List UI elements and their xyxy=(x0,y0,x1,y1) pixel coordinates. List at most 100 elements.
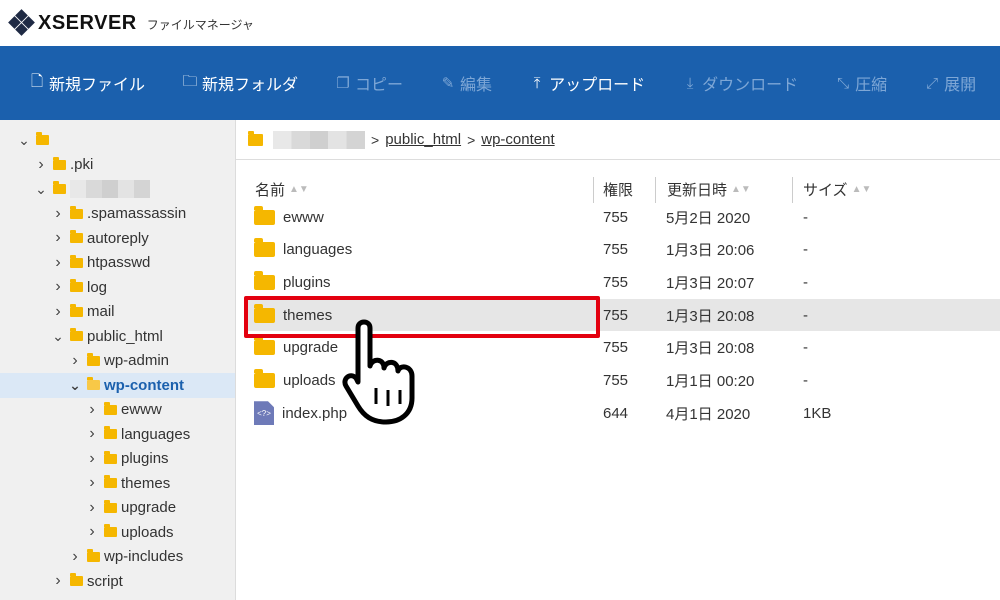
tree-item[interactable]: ⌄ wp-content xyxy=(0,373,235,398)
file-name: uploads xyxy=(283,372,336,389)
tree-item[interactable]: › .spamassassin xyxy=(0,202,235,227)
chevron-right-icon[interactable]: › xyxy=(52,229,64,247)
tree-item[interactable]: ⌄ public_html xyxy=(0,324,235,349)
file-size: - xyxy=(803,273,808,291)
breadcrumb-wp-content[interactable]: wp-content xyxy=(481,131,554,148)
chevron-down-icon[interactable]: ⌄ xyxy=(18,132,30,149)
tree-item[interactable]: ⌄ xyxy=(0,177,235,202)
file-row[interactable]: languages 755 1月3日 20:06 - xyxy=(244,234,1000,266)
file-name: index.php xyxy=(282,404,348,422)
toolbar-button-new-file[interactable]: 🗋 新規ファイル xyxy=(28,71,145,96)
file-row[interactable]: plugins 755 1月3日 20:07 - xyxy=(244,266,1000,298)
file-perm: 755 xyxy=(603,273,629,291)
toolbar-button-upload[interactable]: ⤒ アップロード xyxy=(528,71,645,95)
chevron-down-icon[interactable]: ⌄ xyxy=(35,181,47,198)
tree-item[interactable]: › uploads xyxy=(0,520,235,545)
file-date: 1月3日 20:06 xyxy=(666,242,755,260)
chevron-down-icon[interactable]: ⌄ xyxy=(69,377,81,394)
tree-item[interactable]: › .pki xyxy=(0,153,235,178)
chevron-right-icon[interactable]: › xyxy=(52,254,64,272)
tree-item-label: wp-admin xyxy=(104,352,170,370)
chevron-right-icon[interactable]: › xyxy=(35,156,47,174)
file-row[interactable]: ewww 755 5月2日 2020 - xyxy=(244,201,1000,233)
chevron-right-icon[interactable]: › xyxy=(86,474,98,492)
folder-icon xyxy=(70,303,83,317)
tree-item[interactable]: › ewww xyxy=(0,398,235,423)
file-perm: 755 xyxy=(603,208,629,226)
breadcrumb-public-html[interactable]: public_html xyxy=(385,131,461,148)
chevron-right-icon: > xyxy=(467,131,476,148)
file-name: ewww xyxy=(283,208,324,226)
tree-item-label: wp-includes xyxy=(104,548,184,566)
column-size[interactable]: サイズ ▲▼ xyxy=(803,175,871,203)
toolbar-button-new-folder[interactable]: 🗀 新規フォルダ xyxy=(181,71,299,96)
tree-item[interactable]: › log xyxy=(0,275,235,300)
toolbar-button-compress[interactable]: ⤡ 圧縮 xyxy=(834,71,887,95)
file-perm: 644 xyxy=(603,404,629,422)
file-list-header: 名前 ▲▼ 権限 更新日時 ▲▼ サイズ ▲▼ xyxy=(236,175,1000,203)
logo-icon xyxy=(8,9,35,36)
tree-item[interactable]: › htpasswd xyxy=(0,251,235,276)
tree-item[interactable]: › wp-admin xyxy=(0,349,235,374)
file-name: languages xyxy=(283,241,353,259)
toolbar-button-copy[interactable]: ❐ コピー xyxy=(334,71,403,95)
folder-icon xyxy=(104,475,117,489)
tree-item-label: languages xyxy=(121,425,191,443)
php-file-icon: <?> xyxy=(254,401,274,426)
tree-item[interactable]: › themes xyxy=(0,471,235,496)
chevron-right-icon[interactable]: › xyxy=(52,572,64,590)
chevron-right-icon[interactable]: › xyxy=(86,499,98,517)
folder-icon xyxy=(104,524,117,538)
tree-item[interactable]: › script xyxy=(0,569,235,594)
toolbar-button-label: 新規フォルダ xyxy=(202,77,299,94)
sort-icon: ▲▼ xyxy=(851,183,872,195)
file-size: - xyxy=(803,306,808,324)
chevron-right-icon[interactable]: › xyxy=(86,401,98,419)
chevron-right-icon[interactable]: › xyxy=(69,548,81,566)
tree-item[interactable]: › languages xyxy=(0,422,235,447)
tree-item[interactable]: › mail xyxy=(0,300,235,325)
folder-icon xyxy=(254,369,275,388)
sort-icon: ▲▼ xyxy=(731,183,751,195)
chevron-right-icon[interactable]: › xyxy=(69,352,81,370)
folder-icon xyxy=(70,254,83,268)
tree-item-label: upgrade xyxy=(121,499,177,517)
breadcrumb: > public_html > wp-content xyxy=(236,120,1000,160)
chevron-right-icon[interactable]: › xyxy=(86,523,98,541)
file-size: - xyxy=(803,208,808,226)
column-date[interactable]: 更新日時 ▲▼ xyxy=(667,175,751,203)
tree-item-label: public_html xyxy=(87,327,163,345)
column-perm[interactable]: 権限 xyxy=(603,175,633,203)
toolbar-button-download[interactable]: ⤓ ダウンロード xyxy=(681,71,798,95)
folder-icon xyxy=(87,352,100,366)
chevron-right-icon[interactable]: › xyxy=(52,278,64,296)
tree-item[interactable]: › plugins xyxy=(0,447,235,472)
copy-icon: ❐ xyxy=(336,75,350,92)
toolbar-button-label: ダウンロード xyxy=(702,77,799,94)
file-date: 1月3日 20:07 xyxy=(666,274,755,292)
pointing-hand-icon xyxy=(342,319,415,425)
new-folder-icon: 🗀 xyxy=(182,72,198,90)
folder-icon xyxy=(53,156,66,170)
toolbar-button-edit[interactable]: ✎ 編集 xyxy=(439,71,492,95)
tree-item-label: .spamassassin xyxy=(87,205,187,223)
tree-item-label: .pki xyxy=(70,156,94,174)
folder-icon xyxy=(254,270,275,290)
sort-icon: ▲▼ xyxy=(289,183,309,195)
tree-item[interactable]: › autoreply xyxy=(0,226,235,251)
toolbar-button-extract[interactable]: ⤢ 展開 xyxy=(923,71,976,95)
toolbar-button-label: 圧縮 xyxy=(855,77,888,94)
tree-item[interactable]: ⌄ xyxy=(0,128,235,153)
chevron-right-icon[interactable]: › xyxy=(52,205,64,223)
tree-item[interactable]: › upgrade xyxy=(0,496,235,521)
column-size-label: サイズ xyxy=(803,181,848,199)
chevron-right-icon: > xyxy=(371,131,380,148)
chevron-right-icon[interactable]: › xyxy=(52,303,64,321)
chevron-right-icon[interactable]: › xyxy=(86,450,98,468)
compress-icon: ⤡ xyxy=(837,74,850,92)
chevron-down-icon[interactable]: ⌄ xyxy=(52,328,64,345)
column-date-label: 更新日時 xyxy=(667,181,728,199)
column-name[interactable]: 名前 ▲▼ xyxy=(255,175,309,203)
chevron-right-icon[interactable]: › xyxy=(86,425,98,443)
tree-item[interactable]: › wp-includes xyxy=(0,545,235,570)
